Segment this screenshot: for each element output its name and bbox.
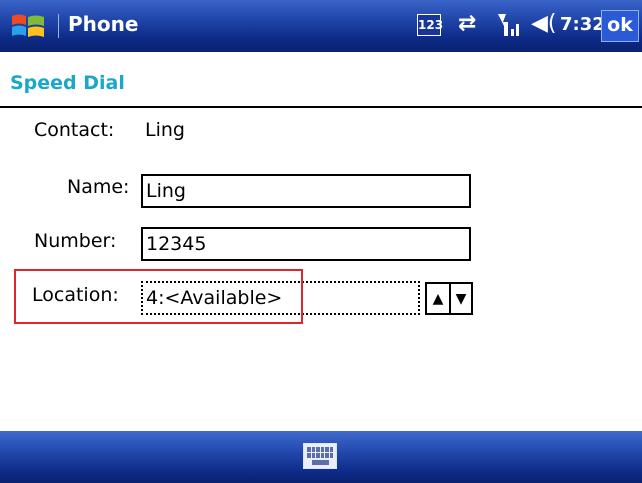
spin-up-icon[interactable]: ▲ [427,284,449,313]
highlight-box [14,269,303,324]
page-title: Speed Dial [10,72,125,94]
number-label: Number: [34,230,117,252]
contact-label: Contact: [34,119,115,141]
name-label: Name: [67,176,130,198]
location-spinner[interactable]: ▲ ▼ [425,282,473,315]
app-title: Phone [68,12,139,36]
title-separator [58,14,59,38]
contact-value: Ling [145,119,185,141]
spin-down-icon[interactable]: ▼ [449,284,471,313]
ok-button[interactable]: ok [601,10,639,42]
sync-icon[interactable]: ⇄ [458,11,476,36]
windows-start-icon[interactable] [10,10,50,42]
divider [0,106,642,108]
title-bar: Phone 123 ⇄ ◀( 7:32 ok [0,0,642,52]
input-123-icon[interactable]: 123 [417,14,443,36]
name-field[interactable]: Ling [141,174,471,208]
bottom-bar [0,431,642,483]
keyboard-icon[interactable] [303,443,337,469]
volume-icon[interactable]: ◀( [531,11,557,36]
number-field[interactable]: 12345 [141,227,471,261]
clock[interactable]: 7:32 [560,14,605,35]
signal-icon[interactable] [496,12,524,38]
